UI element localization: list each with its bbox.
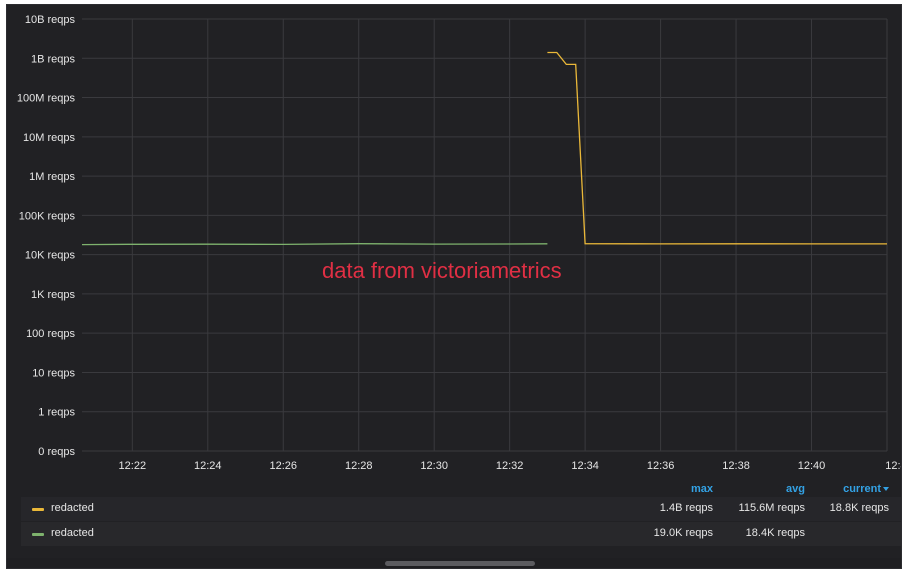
y-tick-label: 10B reqps — [25, 14, 76, 26]
y-tick-label: 10 reqps — [32, 367, 75, 379]
y-tick-label: 0 reqps — [38, 446, 75, 458]
x-tick-label: 12:40 — [798, 460, 826, 472]
series-avg-value: 115.6M reqps — [738, 502, 805, 514]
legend-row: redacted 1.4B reqps 115.6M reqps 18.8K r… — [21, 497, 901, 521]
x-tick-label: 12:32 — [496, 460, 524, 472]
x-tick-label: 12:36 — [647, 460, 675, 472]
x-tick-label: 12:38 — [722, 460, 750, 472]
series-avg-value: 18.4K reqps — [745, 527, 805, 539]
legend: max avg current redacted 1.4B reqps 115.… — [21, 481, 901, 547]
series-name[interactable]: redacted — [51, 502, 94, 514]
y-tick-label: 1K reqps — [31, 289, 76, 301]
x-tick-label: 12:42 — [885, 460, 901, 472]
y-tick-label: 100K reqps — [19, 210, 76, 222]
x-tick-label: 12:30 — [420, 460, 448, 472]
y-tick-label: 1M reqps — [29, 171, 75, 183]
graph-panel: 10B reqps 1B reqps 100M reqps 10M reqps 1M r… — [6, 4, 902, 569]
scrollbar-thumb[interactable] — [385, 561, 535, 566]
y-tick-label: 10M reqps — [23, 132, 75, 144]
series-color-swatch[interactable] — [32, 508, 44, 511]
sort-desc-icon — [883, 487, 889, 492]
y-tick-label: 100 reqps — [26, 328, 75, 340]
y-tick-label: 10K reqps — [25, 250, 76, 262]
series-name[interactable]: redacted — [51, 527, 94, 539]
legend-header-current[interactable]: current — [843, 483, 889, 495]
x-tick-label: 12:24 — [194, 460, 222, 472]
graph-area[interactable]: 10B reqps 1B reqps 100M reqps 10M reqps 1M r… — [7, 5, 901, 475]
y-tick-label: 1B reqps — [31, 53, 76, 65]
legend-row: redacted 19.0K reqps 18.4K reqps — [21, 522, 901, 546]
y-tick-label: 1 reqps — [38, 407, 75, 419]
series-max-value: 19.0K reqps — [653, 527, 713, 539]
chart-annotation: data from victoriametrics — [322, 258, 562, 283]
x-tick-label: 12:28 — [345, 460, 373, 472]
legend-rows: redacted 1.4B reqps 115.6M reqps 18.8K r… — [21, 497, 901, 546]
series-max-value: 1.4B reqps — [659, 502, 713, 514]
horizontal-scrollbar[interactable] — [7, 558, 901, 568]
x-tick-label: 12:26 — [269, 460, 297, 472]
legend-header-avg[interactable]: avg — [786, 483, 805, 495]
series-current-value: 18.8K reqps — [829, 502, 889, 514]
y-tick-label: 100M reqps — [17, 93, 76, 105]
x-tick-label: 12:22 — [119, 460, 147, 472]
series-color-swatch[interactable] — [32, 533, 44, 536]
legend-header-max[interactable]: max — [691, 483, 713, 495]
x-tick-label: 12:34 — [571, 460, 599, 472]
legend-header: max avg current — [21, 481, 901, 497]
series-line — [81, 243, 548, 246]
